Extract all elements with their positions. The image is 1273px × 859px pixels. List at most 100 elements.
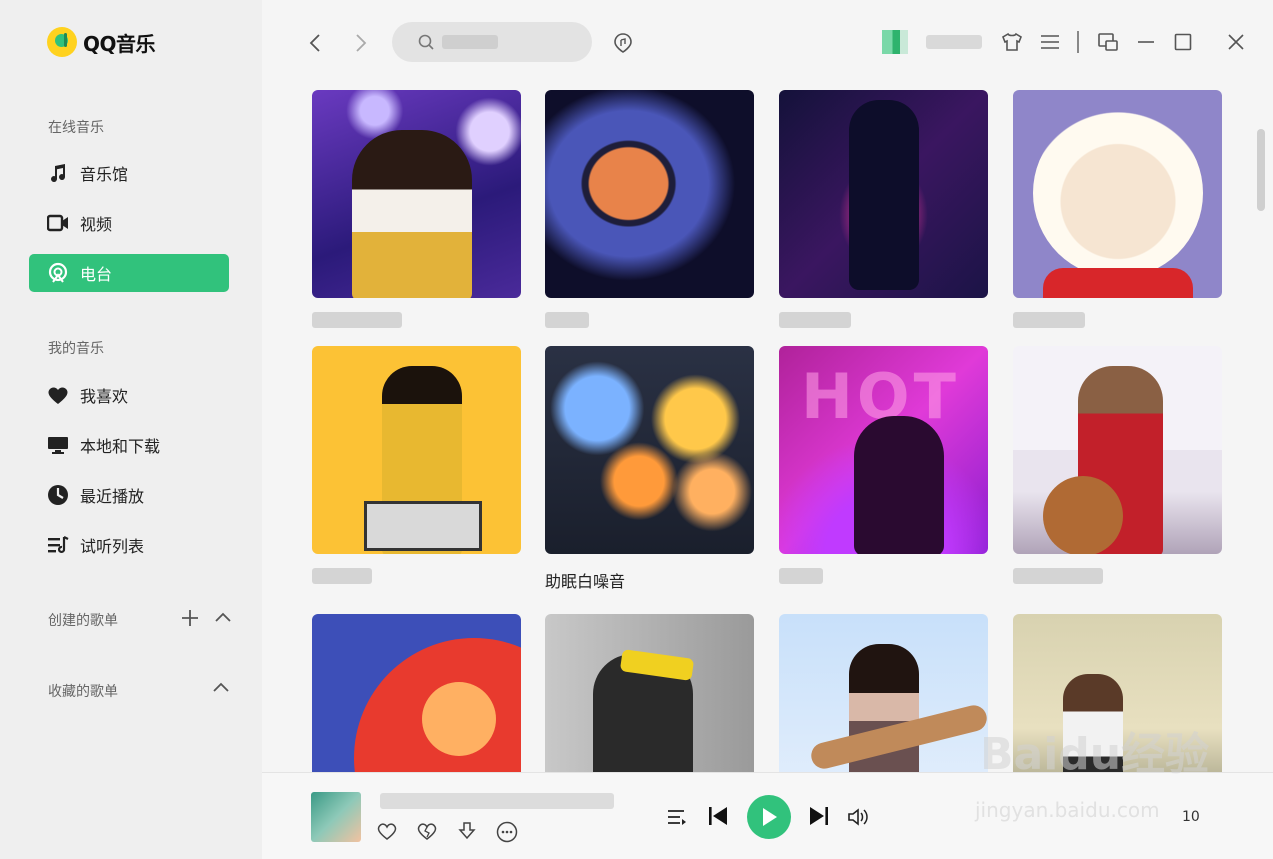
download-icon[interactable]	[456, 821, 478, 847]
collapse-collected-chevron-up-icon[interactable]	[212, 679, 230, 701]
radio-card[interactable]	[1013, 346, 1222, 590]
main-menu-button[interactable]	[1038, 30, 1062, 54]
radio-cover-image[interactable]	[312, 346, 521, 554]
radio-card-title[interactable]	[1013, 312, 1085, 328]
dislike-broken-heart-icon[interactable]	[416, 821, 438, 847]
radio-cover-image[interactable]	[779, 614, 988, 772]
volume-icon	[848, 808, 868, 826]
playlist-icon	[47, 534, 69, 556]
close-icon	[1228, 34, 1244, 50]
radio-card[interactable]: HOT	[779, 346, 988, 590]
radio-cover-image[interactable]	[545, 90, 754, 298]
song-actions	[376, 821, 518, 847]
sidebar-item-favorites[interactable]: 我喜欢	[29, 376, 229, 414]
app-logo[interactable]: QQ音乐	[47, 27, 156, 57]
top-bar: 搜	[262, 0, 1273, 86]
qq-music-window: QQ音乐 在线音乐 音乐馆 视频 电台 我的音乐 我喜欢 本地和下载 最近播放 …	[0, 0, 1273, 859]
radio-card[interactable]	[779, 90, 988, 334]
radio-cover-image[interactable]	[1013, 90, 1222, 298]
radio-cover-image[interactable]	[545, 614, 754, 772]
monitor-icon	[47, 434, 69, 456]
sidebar-item-label: 视频	[80, 215, 113, 234]
sidebar-item-label: 本地和下载	[80, 437, 161, 456]
created-playlists-actions	[180, 608, 232, 632]
radio-cover-image[interactable]	[312, 614, 521, 772]
back-button[interactable]	[302, 30, 328, 56]
minimize-button[interactable]	[1134, 30, 1158, 54]
radio-card[interactable]	[545, 614, 754, 772]
content-scrollbar[interactable]	[1257, 129, 1265, 211]
radio-card-title[interactable]	[779, 568, 823, 584]
section-title-mine: 我的音乐	[48, 341, 104, 357]
play-icon	[763, 808, 777, 826]
music-note-icon	[47, 162, 69, 184]
app-name: QQ音乐	[83, 31, 156, 56]
add-playlist-icon[interactable]	[180, 608, 200, 632]
radio-card-title[interactable]: 助眠白噪音	[545, 568, 754, 591]
radio-cover-image[interactable]	[545, 346, 754, 554]
radio-cover-image[interactable]	[312, 90, 521, 298]
sidebar-item-label: 音乐馆	[80, 165, 129, 184]
collapse-created-chevron-up-icon[interactable]	[214, 609, 232, 631]
now-playing-cover[interactable]	[311, 792, 361, 842]
radio-card[interactable]	[779, 614, 988, 772]
baidu-watermark: Baidu经验	[980, 729, 1210, 780]
sidebar-item-label: 最近播放	[80, 487, 145, 506]
queue-list-icon	[668, 810, 686, 825]
sidebar-item-local-download[interactable]: 本地和下载	[29, 426, 229, 464]
chevron-left-icon	[309, 34, 320, 52]
radio-card[interactable]	[545, 90, 754, 334]
sidebar-item-recent[interactable]: 最近播放	[29, 476, 229, 514]
clock-icon	[47, 484, 69, 506]
radio-cover-image[interactable]	[1013, 346, 1222, 554]
mini-mode-icon	[1098, 33, 1118, 51]
shirt-icon	[1002, 32, 1022, 51]
skin-button[interactable]	[1000, 30, 1024, 54]
sidebar-item-label: 试听列表	[80, 537, 145, 556]
radio-card-title[interactable]	[545, 312, 589, 328]
sidebar-item-video[interactable]: 视频	[29, 204, 229, 242]
play-button[interactable]	[747, 795, 791, 839]
radio-card[interactable]	[1013, 90, 1222, 334]
user-avatar[interactable]	[882, 30, 908, 54]
radio-card[interactable]	[312, 90, 521, 334]
mini-mode-button[interactable]	[1096, 30, 1120, 54]
queue-count[interactable]: 10	[1182, 809, 1200, 825]
play-queue-button[interactable]	[666, 806, 688, 828]
radio-card-title[interactable]	[1013, 568, 1103, 584]
qq-music-logo-icon	[47, 27, 77, 57]
section-title-created-playlists: 创建的歌单	[48, 613, 118, 629]
forward-button[interactable]	[348, 30, 374, 56]
radio-card-title[interactable]	[312, 312, 402, 328]
sidebar-item-trial-list[interactable]: 试听列表	[29, 526, 229, 564]
search-placeholder: 搜	[442, 35, 498, 49]
previous-track-button[interactable]	[706, 804, 730, 828]
now-playing-title[interactable]	[380, 793, 614, 809]
chevron-right-icon	[356, 34, 367, 52]
sidebar-item-radio[interactable]: 电台	[29, 254, 229, 292]
heart-icon	[47, 384, 69, 406]
radio-cover-image[interactable]: HOT	[779, 346, 988, 554]
radio-icon	[47, 262, 69, 284]
more-options-icon[interactable]	[496, 821, 518, 847]
menu-icon	[1041, 35, 1059, 49]
toolbar-divider	[1077, 31, 1079, 53]
close-button[interactable]	[1224, 30, 1248, 54]
like-heart-icon[interactable]	[376, 821, 398, 847]
next-track-button[interactable]	[807, 804, 831, 828]
radio-card[interactable]	[312, 614, 521, 772]
radio-cover-image[interactable]	[779, 90, 988, 298]
search-input[interactable]: 搜	[392, 22, 592, 62]
sidebar: QQ音乐 在线音乐 音乐馆 视频 电台 我的音乐 我喜欢 本地和下载 最近播放 …	[0, 0, 262, 859]
radio-card-title[interactable]	[779, 312, 851, 328]
baidu-watermark-url: jingyan.baidu.com	[975, 798, 1160, 822]
sidebar-item-music-hall[interactable]: 音乐馆	[29, 154, 229, 192]
volume-button[interactable]	[846, 806, 870, 828]
listen-recognize-button[interactable]	[610, 30, 636, 56]
user-name[interactable]	[926, 35, 982, 49]
radio-card-title[interactable]	[312, 568, 372, 584]
radio-card[interactable]	[312, 346, 521, 590]
radio-card[interactable]: 助眠白噪音	[545, 346, 754, 591]
maximize-button[interactable]	[1171, 30, 1195, 54]
next-track-icon	[810, 807, 828, 825]
